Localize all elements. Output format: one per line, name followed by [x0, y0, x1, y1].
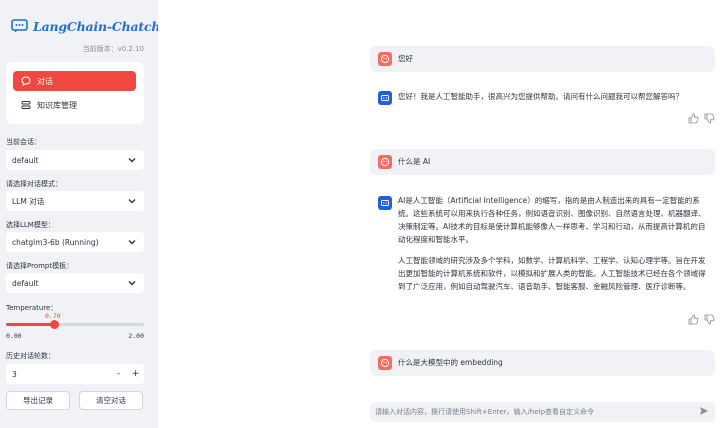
feedback-buttons — [688, 314, 715, 327]
thumbs-down-icon[interactable] — [704, 314, 715, 327]
assistant-message: 您好！我是人工智能助手，很高兴为您提供帮助。请问有什么问题我可以帮您解答吗？ — [370, 86, 715, 132]
thumbs-up-icon[interactable] — [688, 314, 699, 327]
history-increment-button[interactable]: + — [127, 369, 144, 379]
bot-avatar-icon — [378, 91, 392, 105]
chat-input-bar — [370, 402, 715, 422]
message-text: 您好！我是人工智能助手，很高兴为您提供帮助。请问有什么问题我可以帮您解答吗？ — [398, 92, 683, 101]
user-avatar-icon — [378, 155, 392, 169]
prompt-select[interactable]: default — [6, 273, 144, 293]
conversation-select[interactable]: default — [6, 150, 144, 170]
temperature-slider-thumb[interactable] — [50, 320, 60, 329]
assistant-message: AI是人工智能（Artificial Intelligence）的缩写，指的是由… — [370, 193, 715, 331]
thumbs-down-icon[interactable] — [704, 113, 715, 126]
database-icon — [21, 101, 31, 109]
nav-item-label: 知识库管理 — [37, 100, 77, 110]
chevron-down-icon — [128, 240, 136, 245]
model-value: chatglm3-6b (Running) — [12, 237, 99, 247]
conversation-label: 当前会话： — [6, 138, 41, 146]
export-button[interactable]: 导出记录 — [6, 391, 70, 410]
nav-item-label: 对话 — [37, 76, 53, 86]
message-paragraph: AI是人工智能（Artificial Intelligence）的缩写，指的是由… — [398, 196, 706, 244]
app-title: LangChain-Chatchat — [33, 18, 174, 34]
conversation-value: default — [12, 155, 39, 165]
nav-item-knowledge-base[interactable]: 知识库管理 — [13, 95, 136, 115]
model-select[interactable]: chatglm3-6b (Running) — [6, 232, 144, 252]
thumbs-up-icon[interactable] — [688, 113, 699, 126]
temperature-max: 2.00 — [128, 332, 144, 340]
prompt-label: 请选择Prompt模板： — [6, 262, 74, 270]
temperature-slider[interactable] — [6, 320, 144, 329]
message-paragraph: 人工智能领域的研究涉及多个学科，如数学、计算机科学、工程学、认知心理学等。旨在开… — [398, 256, 706, 291]
feedback-buttons — [688, 113, 715, 126]
chat-logo-icon — [11, 19, 28, 33]
chevron-down-icon — [128, 158, 136, 163]
nav-item-chat[interactable]: 对话 — [13, 71, 136, 91]
prompt-value: default — [12, 278, 39, 288]
history-decrement-button[interactable]: - — [110, 369, 127, 379]
user-message: 什么是 AI — [370, 149, 715, 175]
version-label: 当前版本：v0.2.10 — [82, 45, 144, 53]
chat-input[interactable] — [375, 408, 699, 416]
send-icon[interactable] — [699, 406, 709, 418]
history-stepper: 3 - + — [6, 364, 144, 384]
temperature-slider-fill — [6, 323, 55, 326]
temperature-value: 0.70 — [45, 312, 61, 320]
user-message: 您好 — [370, 46, 715, 72]
message-text: 您好 — [398, 54, 413, 63]
history-label: 历史对话轮数： — [6, 352, 55, 360]
user-avatar-icon — [378, 356, 392, 370]
chat-bubble-icon — [21, 76, 31, 86]
bot-avatar-icon — [378, 196, 392, 210]
chat-area: 您好 您好！我是人工智能助手，很高兴为您提供帮助。请问有什么问题我可以帮您解答吗… — [158, 0, 720, 428]
message-text: 什么是大模型中的 embedding — [398, 358, 503, 367]
history-value[interactable]: 3 — [6, 370, 110, 379]
chevron-down-icon — [128, 281, 136, 286]
clear-button[interactable]: 清空对话 — [79, 391, 143, 410]
user-avatar-icon — [378, 52, 392, 66]
model-label: 选择LLM模型： — [6, 221, 55, 229]
nav-menu: 对话 知识库管理 — [6, 62, 144, 124]
chevron-down-icon — [128, 199, 136, 204]
message-body: AI是人工智能（Artificial Intelligence）的缩写，指的是由… — [398, 194, 710, 301]
user-message: 什么是大模型中的 embedding — [370, 350, 715, 376]
sidebar: LangChain-Chatchat 当前版本：v0.2.10 对话 知识库管理… — [0, 0, 174, 428]
mode-label: 请选择对话模式： — [6, 180, 62, 188]
message-text: 什么是 AI — [398, 157, 431, 166]
mode-select[interactable]: LLM 对话 — [6, 191, 144, 211]
mode-value: LLM 对话 — [12, 196, 45, 206]
temperature-min: 0.00 — [6, 332, 22, 340]
app-logo: LangChain-Chatchat — [11, 16, 174, 36]
